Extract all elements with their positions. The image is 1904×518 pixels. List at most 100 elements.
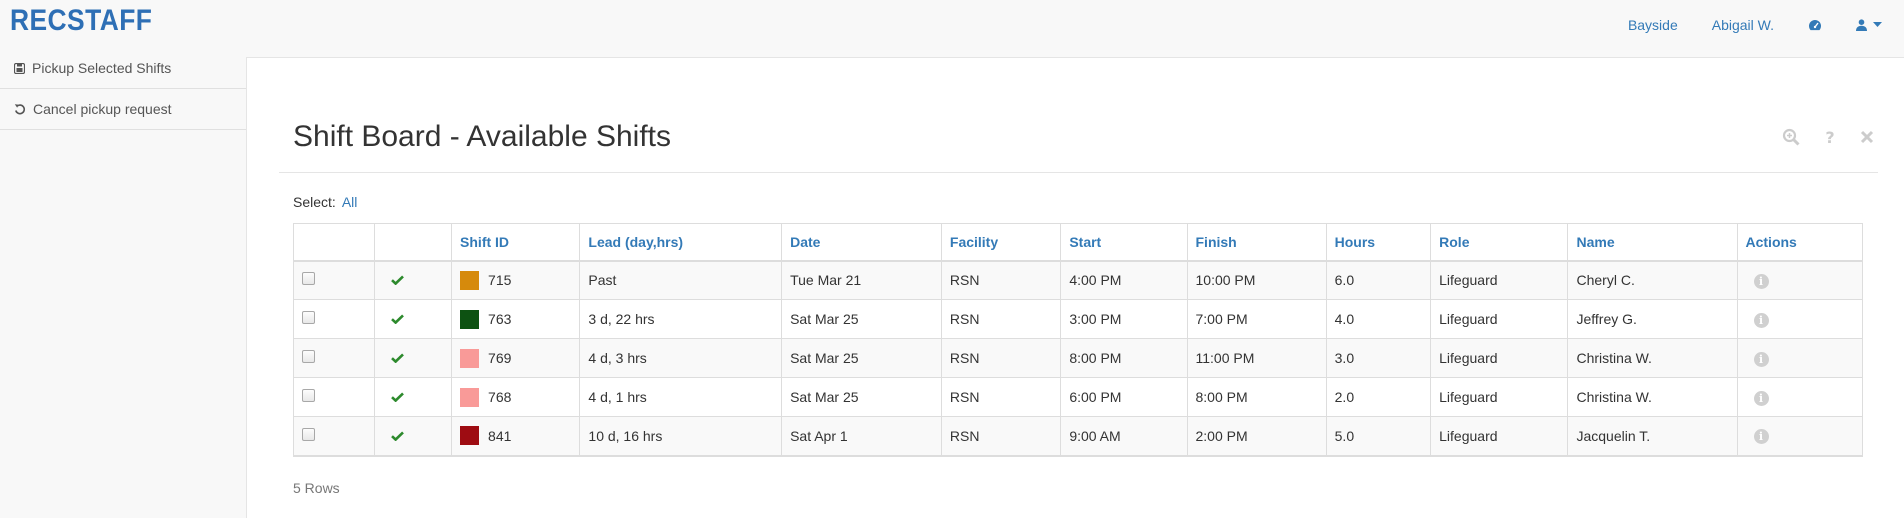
row-select-cell xyxy=(292,299,376,339)
cell-finish: 8:00 PM xyxy=(1186,377,1327,417)
table-row[interactable]: 769 4 d, 3 hrs Sat Mar 25 RSN 8:00 PM 11:00 P… xyxy=(292,338,1863,378)
row-checkbox[interactable] xyxy=(302,272,315,286)
shift-id-text: 715 xyxy=(488,272,512,289)
cell-name: Jeffrey G. xyxy=(1567,299,1738,339)
cell-actions: i xyxy=(1736,416,1863,457)
cell-actions: i xyxy=(1736,299,1863,339)
info-icon[interactable]: i xyxy=(1753,429,1769,445)
cell-shift-id: 841 xyxy=(451,416,581,457)
shift-color-swatch xyxy=(460,387,480,407)
user-menu-dropdown[interactable] xyxy=(1839,19,1904,31)
cell-hours: 2.0 xyxy=(1325,377,1432,417)
close-icon[interactable] xyxy=(1860,128,1874,146)
info-icon[interactable]: i xyxy=(1753,273,1769,289)
cell-hours: 6.0 xyxy=(1325,260,1432,300)
cell-hours: 5.0 xyxy=(1325,416,1432,457)
cell-shift-id: 768 xyxy=(451,377,581,417)
cell-facility: RSN xyxy=(940,416,1062,457)
cell-role: Lifeguard xyxy=(1430,338,1569,378)
shift-id-text: 768 xyxy=(488,389,512,405)
cell-name: Christina W. xyxy=(1567,338,1738,378)
header-name[interactable]: Name xyxy=(1567,223,1738,262)
cell-role: Lifeguard xyxy=(1430,260,1569,300)
row-checkbox[interactable] xyxy=(302,427,315,441)
check-icon xyxy=(391,431,405,442)
cell-actions: i xyxy=(1736,338,1863,378)
cell-role: Lifeguard xyxy=(1430,299,1569,339)
caret-down-icon xyxy=(1873,22,1882,27)
page-title: Shift Board - Available Shifts xyxy=(293,120,671,153)
header-start[interactable]: Start xyxy=(1060,223,1188,262)
table-row[interactable]: 768 4 d, 1 hrs Sat Mar 25 RSN 6:00 PM 8:00 PM… xyxy=(292,377,1863,417)
main-panel: Shift Board - Available Shifts ? Select:… xyxy=(246,57,1904,518)
info-icon[interactable]: i xyxy=(1753,390,1769,406)
header-lead[interactable]: Lead (day,hrs) xyxy=(579,223,783,262)
cell-finish: 10:00 PM xyxy=(1186,260,1327,300)
cell-facility: RSN xyxy=(940,260,1062,300)
top-navbar: RECSTAFF Bayside Abigail W. xyxy=(0,0,1904,50)
cell-hours: 4.0 xyxy=(1325,299,1432,339)
cell-lead: Past xyxy=(579,260,783,300)
check-icon xyxy=(391,353,405,364)
brand-logo[interactable]: RECSTAFF xyxy=(10,4,152,38)
cell-lead: 4 d, 1 hrs xyxy=(579,377,783,417)
cell-name: Cheryl C. xyxy=(1567,260,1738,300)
header-role[interactable]: Role xyxy=(1430,223,1569,262)
svg-text:?: ? xyxy=(1825,129,1834,145)
sidebar-item-label: Cancel pickup request xyxy=(33,101,172,117)
cell-shift-id: 763 xyxy=(451,299,581,339)
info-icon[interactable]: i xyxy=(1753,351,1769,367)
shift-color-swatch xyxy=(460,309,480,329)
table-header-row: Shift ID Lead (day,hrs) Date Facility St… xyxy=(292,223,1863,262)
cell-name: Jacquelin T. xyxy=(1567,416,1738,457)
header-facility[interactable]: Facility xyxy=(940,223,1062,262)
zoom-icon[interactable] xyxy=(1782,128,1800,146)
cell-start: 8:00 PM xyxy=(1060,338,1188,378)
select-all-link[interactable]: All xyxy=(342,194,358,210)
header-hours[interactable]: Hours xyxy=(1325,223,1432,262)
cell-facility: RSN xyxy=(940,338,1062,378)
table-row[interactable]: 841 10 d, 16 hrs Sat Apr 1 RSN 9:00 AM 2:00 P… xyxy=(292,416,1863,457)
cancel-pickup-request-button[interactable]: Cancel pickup request xyxy=(0,89,246,130)
row-checkbox[interactable] xyxy=(302,311,315,324)
header-select xyxy=(292,223,376,262)
table-row[interactable]: 715 Past Tue Mar 21 RSN 4:00 PM 10:00 PM 6.0 Li… xyxy=(292,260,1863,300)
cell-lead: 4 d, 3 hrs xyxy=(579,338,783,378)
dashboard-icon[interactable] xyxy=(1791,19,1839,31)
row-checkbox[interactable] xyxy=(302,389,315,402)
cell-lead: 10 d, 16 hrs xyxy=(579,416,783,457)
header-date[interactable]: Date xyxy=(781,223,942,262)
check-icon xyxy=(391,392,405,403)
cell-date: Sat Mar 25 xyxy=(781,377,942,417)
cell-facility: RSN xyxy=(940,299,1062,339)
cell-date: Tue Mar 21 xyxy=(781,260,942,300)
cell-shift-id: 769 xyxy=(451,338,581,378)
header-finish[interactable]: Finish xyxy=(1186,223,1327,262)
table-row[interactable]: 763 3 d, 22 hrs Sat Mar 25 RSN 3:00 PM 7:00 P… xyxy=(292,299,1863,339)
user-name-link[interactable]: Abigail W. xyxy=(1695,17,1791,33)
user-icon xyxy=(1856,19,1867,31)
row-status-cell xyxy=(374,299,453,339)
help-icon[interactable]: ? xyxy=(1824,128,1836,146)
check-icon xyxy=(391,314,405,325)
cell-role: Lifeguard xyxy=(1430,416,1569,457)
info-icon[interactable]: i xyxy=(1753,312,1769,328)
row-select-cell xyxy=(292,377,376,417)
pickup-selected-shifts-button[interactable]: Pickup Selected Shifts xyxy=(0,48,246,89)
select-controls: Select: All xyxy=(293,194,357,210)
row-checkbox[interactable] xyxy=(302,350,315,363)
row-status-cell xyxy=(374,377,453,417)
cell-name: Christina W. xyxy=(1567,377,1738,417)
header-shift-id[interactable]: Shift ID xyxy=(451,223,581,262)
title-divider xyxy=(279,172,1878,173)
row-status-cell xyxy=(374,416,453,457)
undo-icon xyxy=(14,104,26,115)
cell-date: Sat Apr 1 xyxy=(781,416,942,457)
header-status xyxy=(374,223,453,262)
cell-finish: 11:00 PM xyxy=(1186,338,1327,378)
cell-actions: i xyxy=(1736,260,1863,300)
location-link[interactable]: Bayside xyxy=(1611,17,1695,33)
cell-lead: 3 d, 22 hrs xyxy=(579,299,783,339)
shift-id-text: 841 xyxy=(488,427,512,444)
row-count: 5 Rows xyxy=(293,480,340,496)
